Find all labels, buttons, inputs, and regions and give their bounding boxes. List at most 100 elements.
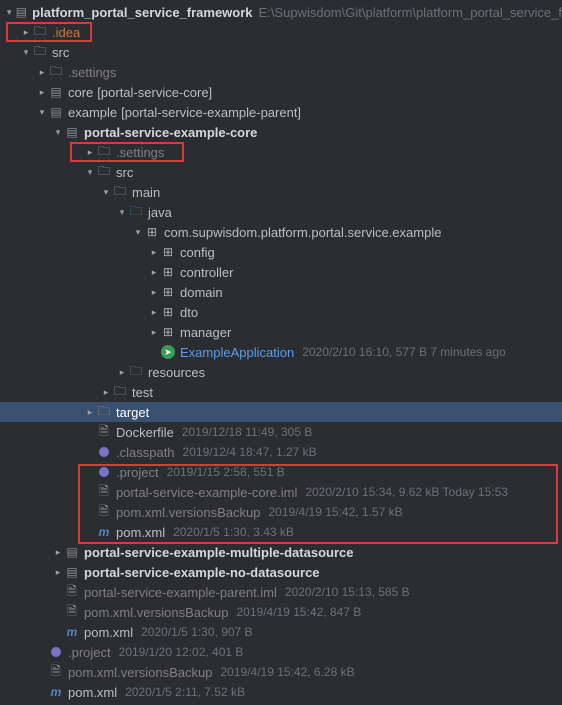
module-icon: ▤ xyxy=(14,4,28,20)
tree-row-domain[interactable]: ▸ ⊞ domain xyxy=(0,282,562,302)
text-file-icon: 🗎 xyxy=(48,664,64,680)
chevron-right-icon[interactable]: ▸ xyxy=(36,87,48,98)
chevron-right-icon[interactable]: ▸ xyxy=(52,567,64,578)
tree-row-target[interactable]: ▸ 🗀 target xyxy=(0,402,562,422)
chevron-right-icon[interactable]: ▸ xyxy=(148,327,160,338)
file-meta: 2019/4/19 15:42, 847 B xyxy=(237,605,362,619)
label: config xyxy=(180,245,215,260)
file-meta: 2020/2/10 15:13, 585 B xyxy=(285,585,410,599)
tree-row-root-project[interactable]: ▸ .project 2019/1/20 12:02, 401 B xyxy=(0,642,562,662)
tree-row-idea[interactable]: ▸ 🗀 .idea xyxy=(0,22,562,42)
package-icon: ⊞ xyxy=(160,244,176,260)
tree-row-iml[interactable]: ▸ 🗎 portal-service-example-core.iml 2020… xyxy=(0,482,562,502)
package-icon: ⊞ xyxy=(160,324,176,340)
label: resources xyxy=(148,365,205,380)
label: dto xyxy=(180,305,198,320)
tree-row-root-pom[interactable]: ▸ m pom.xml 2020/1/5 2:11, 7.52 kB xyxy=(0,682,562,702)
chevron-right-icon[interactable]: ▸ xyxy=(20,27,32,38)
eclipse-file-icon xyxy=(96,444,112,460)
tree-row-controller[interactable]: ▸ ⊞ controller xyxy=(0,262,562,282)
label: pom.xml xyxy=(68,685,117,700)
file-meta: 2019/12/4 18:47, 1.27 kB xyxy=(183,445,317,459)
tree-row-root-vb[interactable]: ▸ 🗎 pom.xml.versionsBackup 2019/4/19 15:… xyxy=(0,662,562,682)
chevron-down-icon[interactable]: ▾ xyxy=(116,207,128,218)
chevron-down-icon[interactable]: ▾ xyxy=(52,127,64,138)
chevron-right-icon[interactable]: ▸ xyxy=(116,367,128,378)
tree-row-psec-src[interactable]: ▾ 🗀 src xyxy=(0,162,562,182)
file-meta: 2020/1/5 1:30, 3.43 kB xyxy=(173,525,294,539)
eclipse-file-icon xyxy=(48,644,64,660)
tree-row-main[interactable]: ▾ 🗀 main xyxy=(0,182,562,202)
tree-row-dockerfile[interactable]: ▸ 🗎 Dockerfile 2019/12/18 11:49, 305 B xyxy=(0,422,562,442)
chevron-right-icon[interactable]: ▸ xyxy=(84,147,96,158)
chevron-right-icon[interactable]: ▸ xyxy=(148,287,160,298)
tree-row-parent-pom[interactable]: ▸ m pom.xml 2020/1/5 1:30, 907 B xyxy=(0,622,562,642)
label: .classpath xyxy=(116,445,175,460)
file-meta: 2019/4/19 15:42, 6.28 kB xyxy=(221,665,355,679)
tree-row-psec-settings[interactable]: ▸ 🗀 .settings xyxy=(0,142,562,162)
chevron-right-icon[interactable]: ▸ xyxy=(100,387,112,398)
label: .project xyxy=(116,465,159,480)
project-tree[interactable]: ▾ ▤ platform_portal_service_framework E:… xyxy=(0,0,562,702)
tree-row-manager[interactable]: ▸ ⊞ manager xyxy=(0,322,562,342)
text-file-icon: 🗎 xyxy=(64,604,80,620)
tree-row-example[interactable]: ▾ ▤ example [portal-service-example-pare… xyxy=(0,102,562,122)
tree-row-pom[interactable]: ▸ m pom.xml 2020/1/5 1:30, 3.43 kB xyxy=(0,522,562,542)
tree-row-psec[interactable]: ▾ ▤ portal-service-example-core xyxy=(0,122,562,142)
label: domain xyxy=(180,285,223,300)
tree-row-versionsbackup[interactable]: ▸ 🗎 pom.xml.versionsBackup 2019/4/19 15:… xyxy=(0,502,562,522)
chevron-down-icon[interactable]: ▾ xyxy=(4,7,14,18)
chevron-down-icon[interactable]: ▾ xyxy=(132,227,144,238)
chevron-right-icon[interactable]: ▸ xyxy=(84,407,96,418)
label: .idea xyxy=(52,25,80,40)
tree-row-psend[interactable]: ▸ ▤ portal-service-example-no-datasource xyxy=(0,562,562,582)
label: target xyxy=(116,405,149,420)
chevron-down-icon[interactable]: ▾ xyxy=(100,187,112,198)
folder-icon: 🗀 xyxy=(96,164,112,180)
tree-row-package[interactable]: ▾ ⊞ com.supwisdom.platform.portal.servic… xyxy=(0,222,562,242)
maven-file-icon: m xyxy=(64,624,80,640)
tree-row-root[interactable]: ▾ ▤ platform_portal_service_framework E:… xyxy=(0,2,562,22)
folder-icon: 🗀 xyxy=(32,44,48,60)
file-meta: 2020/2/10 15:34, 9.62 kB Today 15:53 xyxy=(305,485,508,499)
tree-row-resources[interactable]: ▸ 🗀 resources xyxy=(0,362,562,382)
tree-row-config[interactable]: ▸ ⊞ config xyxy=(0,242,562,262)
tree-row-src[interactable]: ▾ 🗀 src xyxy=(0,42,562,62)
tree-row-java[interactable]: ▾ 🗀 java xyxy=(0,202,562,222)
chevron-right-icon[interactable]: ▸ xyxy=(148,247,160,258)
tree-row-core[interactable]: ▸ ▤ core [portal-service-core] xyxy=(0,82,562,102)
module-suffix: [portal-service-core] xyxy=(97,85,212,100)
tree-row-psemd[interactable]: ▸ ▤ portal-service-example-multiple-data… xyxy=(0,542,562,562)
chevron-down-icon[interactable]: ▾ xyxy=(84,167,96,178)
label: com.supwisdom.platform.portal.service.ex… xyxy=(164,225,441,240)
label: example xyxy=(68,105,117,120)
chevron-down-icon[interactable]: ▾ xyxy=(36,107,48,118)
chevron-right-icon[interactable]: ▸ xyxy=(36,67,48,78)
label: pom.xml.versionsBackup xyxy=(84,605,229,620)
label: test xyxy=(132,385,153,400)
chevron-down-icon[interactable]: ▾ xyxy=(20,47,32,58)
file-meta: 2020/1/5 2:11, 7.52 kB xyxy=(125,685,245,699)
label: portal-service-example-multiple-datasour… xyxy=(84,545,353,560)
runnable-class-icon: ➤ xyxy=(160,344,176,360)
tree-row-settings[interactable]: ▸ 🗀 .settings xyxy=(0,62,562,82)
chevron-right-icon[interactable]: ▸ xyxy=(148,307,160,318)
maven-file-icon: m xyxy=(96,524,112,540)
label: pom.xml.versionsBackup xyxy=(68,665,213,680)
resources-folder-icon: 🗀 xyxy=(128,364,144,380)
tree-row-app[interactable]: ▸ ➤ ExampleApplication 2020/2/10 16:10, … xyxy=(0,342,562,362)
package-icon: ⊞ xyxy=(160,284,176,300)
module-suffix: [portal-service-example-parent] xyxy=(121,105,301,120)
tree-row-test[interactable]: ▸ 🗀 test xyxy=(0,382,562,402)
package-icon: ⊞ xyxy=(144,224,160,240)
tree-row-classpath[interactable]: ▸ .classpath 2019/12/4 18:47, 1.27 kB xyxy=(0,442,562,462)
chevron-right-icon[interactable]: ▸ xyxy=(148,267,160,278)
label: portal-service-example-core.iml xyxy=(116,485,297,500)
label: core xyxy=(68,85,93,100)
chevron-right-icon[interactable]: ▸ xyxy=(52,547,64,558)
tree-row-parent-vb[interactable]: ▸ 🗎 pom.xml.versionsBackup 2019/4/19 15:… xyxy=(0,602,562,622)
label: pom.xml xyxy=(84,625,133,640)
tree-row-dto[interactable]: ▸ ⊞ dto xyxy=(0,302,562,322)
tree-row-project[interactable]: ▸ .project 2019/1/15 2:58, 551 B xyxy=(0,462,562,482)
tree-row-parent-iml[interactable]: ▸ 🗎 portal-service-example-parent.iml 20… xyxy=(0,582,562,602)
